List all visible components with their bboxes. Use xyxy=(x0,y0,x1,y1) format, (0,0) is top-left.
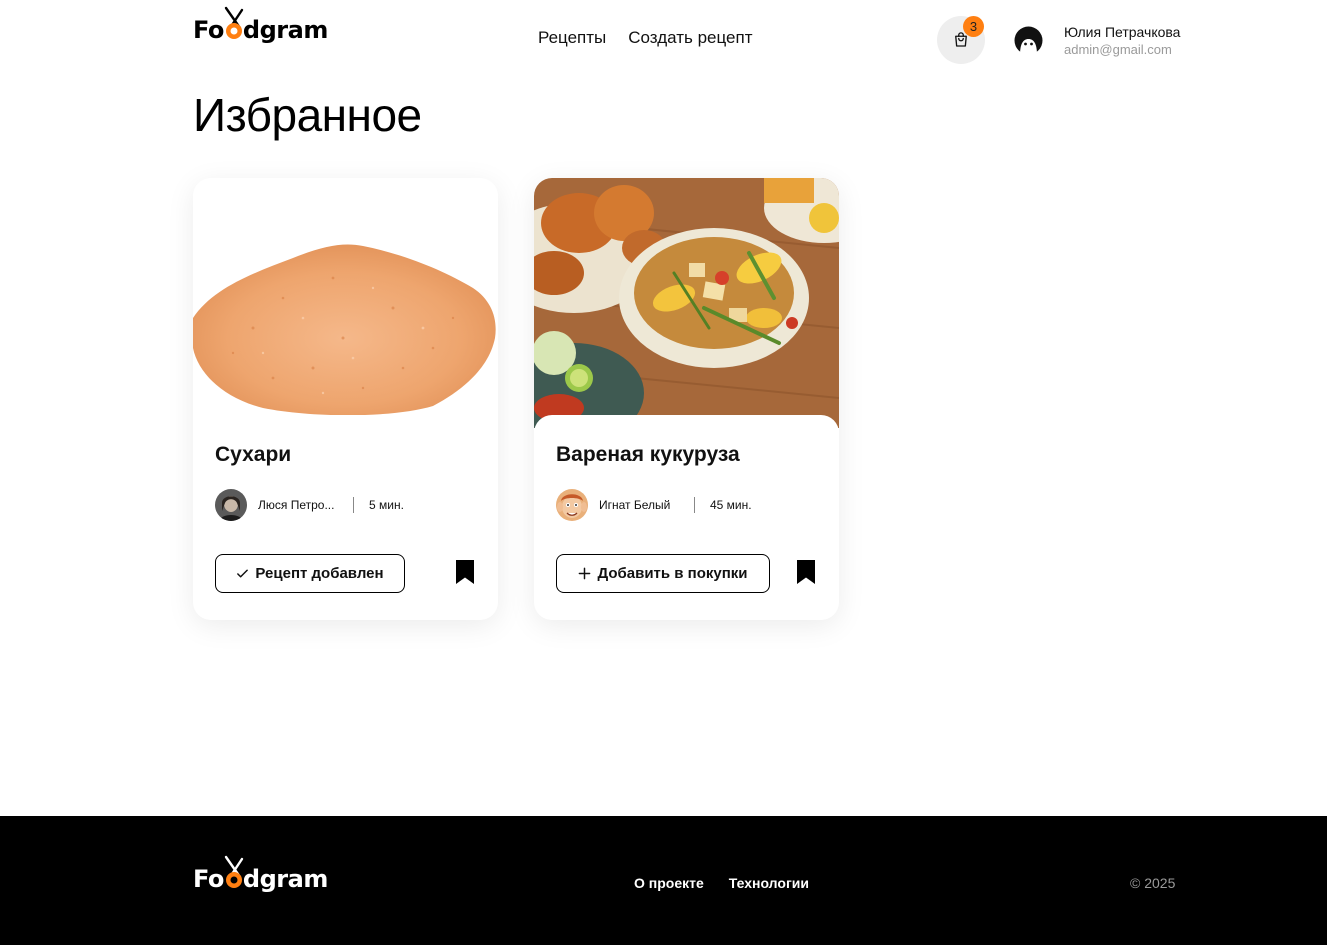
recipe-meta: Люся Петро... 5 мин. xyxy=(215,489,404,521)
recipe-meta: Игнат Белый 45 мин. xyxy=(556,489,752,521)
footer-logo[interactable]: Fo dgram xyxy=(193,855,328,899)
user-avatar-icon xyxy=(1014,26,1043,55)
recipe-title[interactable]: Сухари xyxy=(215,443,291,467)
cart-button[interactable]: 3 xyxy=(937,16,985,64)
user-email: admin@gmail.com xyxy=(1064,42,1172,57)
header: Fo dgram Рецепты Создать рецепт 3 Юлия П… xyxy=(0,0,1327,80)
logo[interactable]: Fo dgram xyxy=(193,6,328,50)
author-name[interactable]: Игнат Белый xyxy=(599,498,685,512)
user-name: Юлия Петрачкова xyxy=(1064,24,1181,40)
recipe-image-boiled-corn[interactable] xyxy=(534,178,839,443)
recipe-card-body: Вареная кукуруза Игнат Белый 45 мин. Доб… xyxy=(534,415,839,620)
recipe-card[interactable]: Сухари Люся Петро... 5 мин. Рецепт добав… xyxy=(193,178,498,620)
logo-text-prefix: Fo xyxy=(193,865,224,893)
footer-about-link[interactable]: О проекте xyxy=(634,875,704,891)
author-name[interactable]: Люся Петро... xyxy=(258,498,344,512)
footer: Fo dgram О проекте Технологии © 2025 xyxy=(0,816,1327,945)
main-nav: Рецепты Создать рецепт xyxy=(538,28,753,48)
recipe-card-body: Сухари Люся Петро... 5 мин. Рецепт добав… xyxy=(193,415,498,620)
recipe-image-breadcrumbs[interactable] xyxy=(193,178,498,428)
bookmark-icon[interactable] xyxy=(455,559,475,585)
recipe-card[interactable]: Вареная кукуруза Игнат Белый 45 мин. Доб… xyxy=(534,178,839,620)
plus-icon xyxy=(579,567,591,580)
recipe-title[interactable]: Вареная кукуруза xyxy=(556,443,740,467)
logo-text-prefix: Fo xyxy=(193,16,224,44)
copyright: © 2025 xyxy=(1130,875,1176,891)
meta-divider xyxy=(694,497,695,513)
check-icon xyxy=(237,569,249,578)
author-avatar[interactable] xyxy=(215,489,247,521)
page-title: Избранное xyxy=(193,89,422,141)
cook-time: 45 мин. xyxy=(710,498,752,512)
bookmark-icon[interactable] xyxy=(796,559,816,585)
footer-links: О проекте Технологии xyxy=(634,875,809,891)
logo-text-suffix: dgram xyxy=(242,16,328,44)
cook-time: 5 мин. xyxy=(369,498,404,512)
meta-divider xyxy=(353,497,354,513)
nav-create-recipe-link[interactable]: Создать рецепт xyxy=(628,28,752,48)
add-to-shopping-label: Добавить в покупки xyxy=(597,565,748,582)
nav-recipes-link[interactable]: Рецепты xyxy=(538,28,606,48)
logo-text-suffix: dgram xyxy=(242,865,328,893)
recipe-added-button[interactable]: Рецепт добавлен xyxy=(215,554,405,593)
footer-technologies-link[interactable]: Технологии xyxy=(729,875,809,891)
author-avatar[interactable] xyxy=(556,489,588,521)
recipe-added-label: Рецепт добавлен xyxy=(255,565,384,582)
logo-bowl-icon xyxy=(224,855,244,891)
add-to-shopping-button[interactable]: Добавить в покупки xyxy=(556,554,770,593)
logo-bowl-icon xyxy=(224,6,244,42)
cart-count-badge: 3 xyxy=(963,16,984,37)
user-avatar[interactable] xyxy=(1014,26,1043,55)
